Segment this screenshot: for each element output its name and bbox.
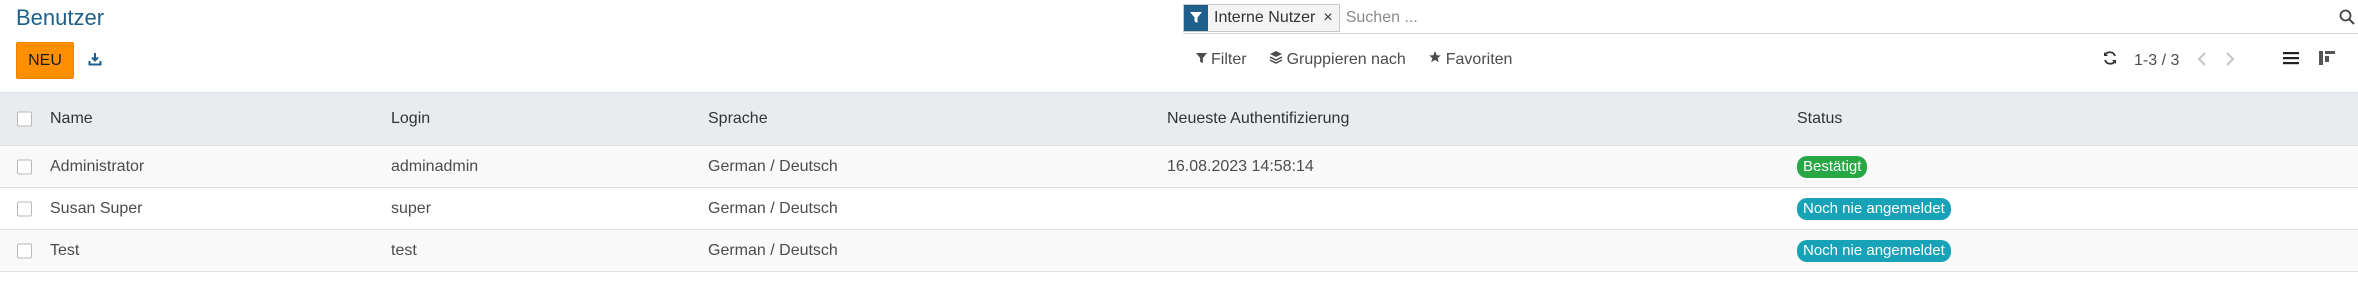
filter-icon bbox=[1184, 4, 1208, 31]
control-panel: Benutzer NEU Interne Nutzer × Filter bbox=[0, 0, 2358, 92]
search-icon[interactable] bbox=[2339, 9, 2357, 27]
cell-login: adminadmin bbox=[391, 157, 479, 175]
row-checkbox[interactable] bbox=[17, 201, 32, 216]
column-header-status[interactable]: Status bbox=[1797, 110, 1842, 128]
search-bar: Interne Nutzer × bbox=[1183, 2, 2358, 34]
pager-nav bbox=[2197, 50, 2235, 71]
column-header-last-auth[interactable]: Neueste Authentifizierung bbox=[1167, 110, 1349, 128]
table-body: Administrator adminadmin German / Deutsc… bbox=[0, 146, 2358, 272]
status-badge: Noch nie angemeldet bbox=[1797, 197, 1951, 220]
chevron-right-icon[interactable] bbox=[2225, 50, 2235, 71]
kanban-view-icon[interactable] bbox=[2318, 50, 2336, 71]
cell-name: Administrator bbox=[50, 157, 145, 175]
search-options: Filter Gruppieren nach Favoriten bbox=[1196, 50, 1512, 69]
status-badge: Bestätigt bbox=[1797, 155, 1868, 178]
cell-language: German / Deutsch bbox=[708, 199, 838, 217]
refresh-icon[interactable] bbox=[2102, 50, 2118, 71]
column-header-name[interactable]: Name bbox=[50, 110, 93, 128]
users-table: Name Login Sprache Neueste Authentifizie… bbox=[0, 92, 2358, 272]
facet-label: Interne Nutzer bbox=[1208, 4, 1322, 31]
row-checkbox[interactable] bbox=[17, 159, 32, 174]
table-row[interactable]: Susan Super super German / Deutsch Noch … bbox=[0, 188, 2358, 230]
pager: 1-3 / 3 bbox=[2102, 50, 2235, 71]
column-header-login[interactable]: Login bbox=[391, 110, 430, 128]
column-header-language[interactable]: Sprache bbox=[708, 110, 768, 128]
table-row[interactable]: Administrator adminadmin German / Deutsc… bbox=[0, 146, 2358, 188]
filter-icon bbox=[1196, 51, 1207, 69]
group-by-dropdown[interactable]: Gruppieren nach bbox=[1269, 50, 1406, 69]
layers-icon bbox=[1269, 50, 1283, 69]
select-all-checkbox[interactable] bbox=[17, 111, 32, 127]
chevron-left-icon[interactable] bbox=[2197, 50, 2207, 71]
favorites-label: Favoriten bbox=[1445, 50, 1513, 68]
new-button[interactable]: NEU bbox=[16, 42, 74, 79]
search-input[interactable] bbox=[1345, 3, 2358, 32]
table-header: Name Login Sprache Neueste Authentifizie… bbox=[0, 92, 2358, 146]
favorites-dropdown[interactable]: Favoriten bbox=[1428, 50, 1513, 69]
table-row[interactable]: Test test German / Deutsch Noch nie ange… bbox=[0, 230, 2358, 272]
list-view-icon[interactable] bbox=[2282, 50, 2300, 71]
cell-login: super bbox=[391, 199, 432, 217]
star-icon bbox=[1428, 50, 1442, 69]
download-icon[interactable] bbox=[86, 50, 104, 68]
filter-label: Filter bbox=[1211, 50, 1247, 68]
row-checkbox[interactable] bbox=[17, 243, 32, 258]
cell-login: test bbox=[391, 241, 417, 259]
group-by-label: Gruppieren nach bbox=[1286, 50, 1406, 68]
cell-language: German / Deutsch bbox=[708, 241, 838, 259]
cell-language: German / Deutsch bbox=[708, 157, 838, 175]
pager-value[interactable]: 1-3 / 3 bbox=[2134, 52, 2179, 70]
view-switcher bbox=[2282, 50, 2336, 71]
search-facet: Interne Nutzer × bbox=[1183, 3, 1340, 32]
cell-name: Test bbox=[50, 241, 80, 259]
cell-last-auth: 16.08.2023 14:58:14 bbox=[1167, 157, 1314, 175]
filter-dropdown[interactable]: Filter bbox=[1196, 50, 1247, 69]
facet-remove-icon[interactable]: × bbox=[1321, 4, 1339, 31]
status-badge: Noch nie angemeldet bbox=[1797, 239, 1951, 262]
page-title: Benutzer bbox=[16, 5, 105, 30]
cell-name: Susan Super bbox=[50, 199, 143, 217]
